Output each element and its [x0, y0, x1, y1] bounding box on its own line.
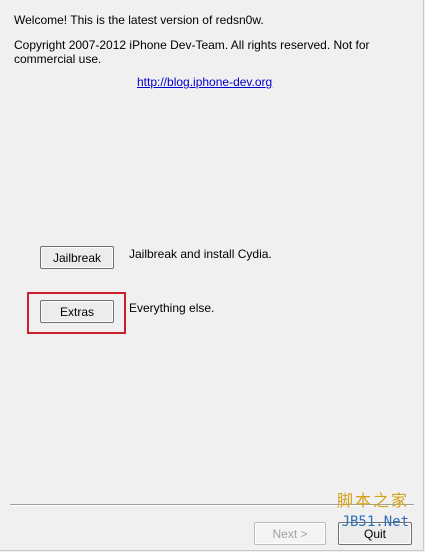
dev-team-blog-link[interactable]: http://blog.iphone-dev.org: [137, 75, 272, 89]
next-button[interactable]: Next >: [254, 522, 326, 545]
quit-button[interactable]: Quit: [338, 522, 412, 545]
welcome-text: Welcome! This is the latest version of r…: [14, 13, 264, 27]
copyright-text: Copyright 2007-2012 iPhone Dev-Team. All…: [14, 38, 370, 66]
jailbreak-description: Jailbreak and install Cydia.: [129, 247, 272, 261]
watermark-line1: 脚本之家: [336, 491, 409, 510]
footer-separator: [10, 504, 414, 506]
jailbreak-button[interactable]: Jailbreak: [40, 246, 114, 269]
extras-description: Everything else.: [129, 301, 215, 315]
extras-button[interactable]: Extras: [40, 300, 114, 323]
redsn0w-window: Welcome! This is the latest version of r…: [0, 0, 424, 551]
